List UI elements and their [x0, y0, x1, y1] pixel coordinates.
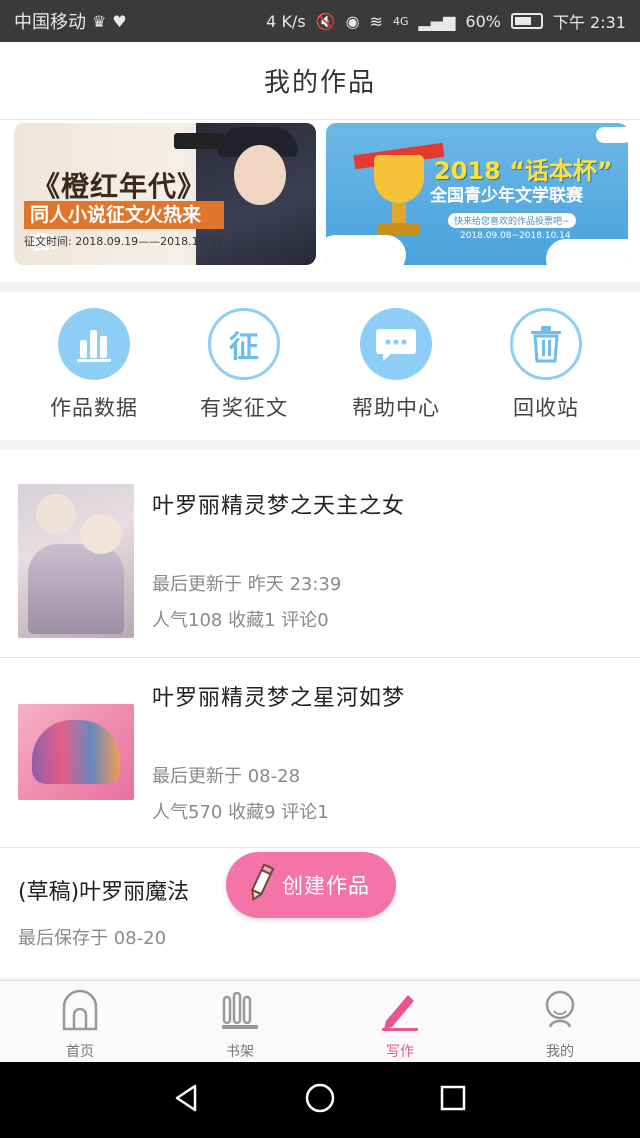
work-cover-image [18, 704, 134, 800]
tab-home[interactable]: 首页 [0, 981, 160, 1062]
banner-left-subtitle: 同人小说征文火热来袭! [24, 201, 224, 254]
draft-saved: 最后保存于 08-20 [18, 928, 167, 949]
mute-icon: 🔇 [315, 11, 336, 31]
banner-right-pill: 快来给您喜欢的作品投票吧~ [448, 213, 576, 228]
quick-link-help[interactable]: 帮助中心 [326, 308, 466, 422]
page-title: 我的作品 [263, 68, 376, 98]
quick-link-recycle-bin[interactable]: 回收站 [476, 308, 616, 422]
work-updated: 最后更新于 08-28 [152, 766, 301, 787]
banner-contest-huaben[interactable]: 2018 “话本杯” 全国青少年文学联赛 快来给您喜欢的作品投票吧~ 2018.… [326, 123, 628, 265]
gun-graphic [174, 133, 224, 149]
trash-icon [510, 308, 582, 380]
tab-label: 我的 [546, 1044, 574, 1060]
eye-comfort-icon: ◉ [345, 11, 360, 31]
tab-bookshelf[interactable]: 书架 [160, 981, 320, 1062]
quick-links: 作品数据 征 有奖征文 帮助中心 回收站 [0, 292, 640, 440]
home-circle-icon[interactable] [304, 1082, 336, 1118]
quick-link-work-data[interactable]: 作品数据 [24, 308, 164, 422]
tab-profile[interactable]: 我的 [480, 981, 640, 1062]
home-icon [60, 989, 100, 1035]
list-item[interactable]: 叶罗丽精灵梦之星河如梦 最后更新于 08-28 人气570 收藏9 评论1 [0, 658, 640, 848]
chat-bubble-icon [360, 308, 432, 380]
health-icon: ♥ [112, 11, 127, 31]
banner-left-date: 征文时间: 2018.09.19——2018.10.31 [24, 235, 224, 248]
quick-link-contest[interactable]: 征 有奖征文 [174, 308, 314, 422]
profile-icon [540, 989, 580, 1035]
recents-icon[interactable] [437, 1082, 469, 1118]
banner-section: 《橙红年代》 同人小说征文火热来袭! 征文时间: 2018.09.19——201… [0, 120, 640, 282]
work-stats: 人气570 收藏9 评论1 [152, 802, 329, 823]
trophy-icon [353, 142, 445, 245]
tab-label: 书架 [226, 1044, 254, 1060]
tab-label: 写作 [386, 1044, 414, 1060]
system-nav-bar [0, 1062, 640, 1138]
banner-contest-chenghong[interactable]: 《橙红年代》 同人小说征文火热来袭! 征文时间: 2018.09.19——201… [14, 123, 316, 265]
bookshelf-icon [220, 989, 260, 1035]
banner-left-title: 《橙红年代》 [32, 170, 207, 203]
pen-icon [380, 989, 420, 1035]
quick-link-label: 回收站 [513, 396, 579, 420]
create-work-button[interactable]: 创建作品 [226, 852, 396, 918]
back-icon[interactable] [171, 1082, 203, 1118]
signal-icon: ▂▄▆ [418, 11, 456, 31]
list-item[interactable]: 叶罗丽精灵梦之天主之女 最后更新于 昨天 23:39 人气108 收藏1 评论0 [0, 450, 640, 658]
network-speed: 4 K/s [266, 11, 306, 31]
quick-link-label: 帮助中心 [352, 396, 440, 420]
page-header: 我的作品 [0, 42, 640, 120]
work-updated: 最后更新于 昨天 23:39 [152, 574, 342, 595]
work-title: 叶罗丽精灵梦之星河如梦 [152, 686, 406, 711]
status-bar: 中国移动 ♛ ♥ 4 K/s 🔇 ◉ ≋ 4G ▂▄▆ 60% 下午 2:31 [0, 0, 640, 42]
create-work-label: 创建作品 [282, 874, 370, 898]
quick-link-label: 有奖征文 [200, 396, 288, 420]
network-type: 4G [392, 14, 409, 28]
tab-label: 首页 [66, 1044, 94, 1060]
carrier-label: 中国移动 [14, 12, 86, 33]
wifi-icon: ≋ [369, 11, 383, 31]
zheng-badge-icon: 征 [208, 308, 280, 380]
bottom-tab-bar: 首页 书架 写作 我的 [0, 980, 640, 1062]
draft-title[interactable]: (草稿)叶罗丽魔法 [18, 874, 189, 906]
work-title: 叶罗丽精灵梦之天主之女 [152, 494, 406, 519]
work-cover-image [18, 484, 134, 638]
bar-chart-icon [58, 308, 130, 380]
notification-icon: ♛ [92, 11, 107, 31]
pencil-icon [246, 863, 276, 907]
quick-link-label: 作品数据 [50, 396, 138, 420]
banner-right-subtitle: 全国青少年文学联赛 [430, 186, 583, 206]
banner-right-date: 2018.09.08~2018.10.14 [460, 231, 571, 241]
clock: 下午 2:31 [552, 13, 626, 32]
tab-writing[interactable]: 写作 [320, 981, 480, 1062]
work-stats: 人气108 收藏1 评论0 [152, 610, 329, 631]
battery-percent: 60% [465, 11, 501, 31]
battery-icon [510, 13, 543, 29]
